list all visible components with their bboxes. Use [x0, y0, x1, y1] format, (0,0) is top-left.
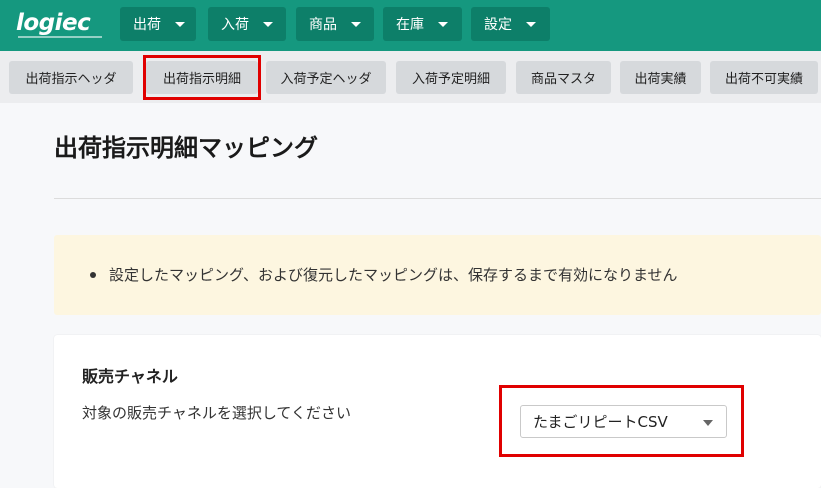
menu-settings[interactable]: 設定 — [471, 7, 550, 41]
tab-shipping-results[interactable]: 出荷実績 — [620, 61, 701, 94]
notice-banner: 設定したマッピング、および復元したマッピングは、保存するまで有効になりません — [54, 235, 821, 315]
menu-shipping-label: 出荷 — [133, 17, 161, 33]
menu-receiving[interactable]: 入荷 — [208, 7, 286, 41]
logo-tagline-line — [18, 36, 102, 38]
tab-shipping-detail[interactable]: 出荷指示明細 — [146, 61, 258, 94]
menu-inventory[interactable]: 在庫 — [383, 7, 462, 41]
top-navigation-bar: logiec 出荷 入荷 商品 在庫 設定 — [0, 0, 821, 51]
sales-channel-description: 対象の販売チャネルを選択してください — [82, 404, 351, 422]
chevron-down-icon — [703, 420, 713, 426]
menu-settings-label: 設定 — [484, 17, 512, 33]
menu-shipping[interactable]: 出荷 — [120, 7, 196, 41]
notice-text: 設定したマッピング、および復元したマッピングは、保存するまで有効になりません — [109, 266, 678, 284]
chevron-down-icon — [438, 21, 448, 27]
menu-inventory-label: 在庫 — [396, 17, 424, 33]
menu-receiving-label: 入荷 — [221, 17, 249, 33]
menu-products-label: 商品 — [309, 17, 337, 33]
tab-product-master[interactable]: 商品マスタ — [516, 61, 611, 94]
chevron-down-icon — [263, 21, 273, 27]
tab-receiving-detail[interactable]: 入荷予定明細 — [396, 61, 506, 94]
tab-shipping-header[interactable]: 出荷指示ヘッダ — [9, 61, 133, 94]
sales-channel-selected-value: たまごリピートCSV — [533, 413, 668, 431]
tab-receiving-header[interactable]: 入荷予定ヘッダ — [266, 61, 386, 94]
bullet-icon — [90, 272, 96, 278]
sales-channel-select[interactable]: たまごリピートCSV — [520, 405, 727, 438]
sales-channel-title: 販売チャネル — [82, 367, 178, 386]
chevron-down-icon — [175, 21, 185, 27]
mapping-tab-strip: 出荷指示ヘッダ 出荷指示明細 入荷予定ヘッダ 入荷予定明細 商品マスタ 出荷実績… — [0, 51, 821, 103]
page-title: 出荷指示明細マッピング — [54, 134, 318, 162]
chevron-down-icon — [351, 21, 361, 27]
chevron-down-icon — [526, 21, 536, 27]
menu-products[interactable]: 商品 — [296, 7, 374, 41]
tab-unshippable-results[interactable]: 出荷不可実績 — [710, 61, 818, 94]
title-divider — [54, 198, 821, 199]
logiec-logo[interactable]: logiec — [16, 10, 91, 36]
